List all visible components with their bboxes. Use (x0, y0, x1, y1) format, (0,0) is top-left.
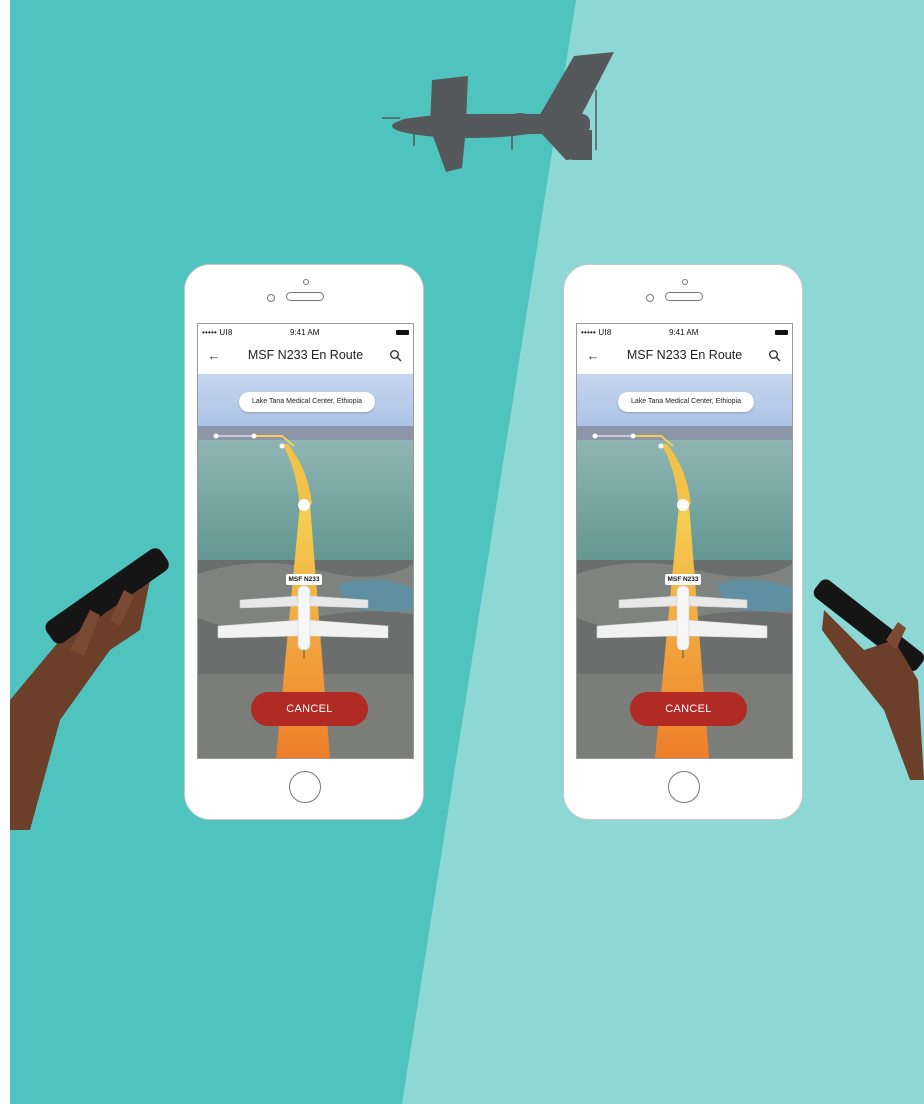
phone-right: ••••• UI8 9:41 AM ← MSF N233 En Route La… (563, 264, 803, 820)
cancel-button[interactable]: CANCEL (630, 692, 747, 726)
flight-map[interactable]: Lake Tana Medical Center, Ethiopia MSF N… (198, 374, 413, 758)
flight-tag: MSF N233 (286, 574, 322, 585)
status-time: 9:41 AM (669, 328, 699, 337)
back-arrow-icon[interactable]: ← (206, 346, 222, 366)
camera-dot (303, 279, 309, 285)
battery-icon (775, 330, 788, 335)
back-arrow-icon[interactable]: ← (585, 346, 601, 366)
nav-bar: ← MSF N233 En Route (577, 340, 792, 374)
flight-map[interactable]: Lake Tana Medical Center, Ethiopia MSF N… (577, 374, 792, 758)
destination-label: Lake Tana Medical Center, Ethiopia (618, 392, 754, 412)
home-button-icon[interactable] (289, 771, 321, 803)
left-edge (0, 0, 10, 1104)
search-icon[interactable] (389, 349, 403, 363)
phone-screen: ••••• UI8 9:41 AM ← MSF N233 En Route La… (197, 323, 414, 759)
page-title: MSF N233 En Route (247, 348, 364, 362)
hand-holding-phone-icon (813, 579, 924, 780)
cancel-button[interactable]: CANCEL (251, 692, 368, 726)
page-title: MSF N233 En Route (626, 348, 743, 362)
speaker-grille (286, 292, 324, 301)
camera-dot (682, 279, 688, 285)
carrier-label: ••••• UI8 (202, 328, 233, 337)
status-time: 9:41 AM (290, 328, 320, 337)
status-bar: ••••• UI8 9:41 AM (577, 324, 792, 340)
home-button-icon[interactable] (668, 771, 700, 803)
search-icon[interactable] (768, 349, 782, 363)
sensor-dot (646, 294, 654, 302)
status-bar: ••••• UI8 9:41 AM (198, 324, 413, 340)
nav-bar: ← MSF N233 En Route (198, 340, 413, 374)
phone-screen: ••••• UI8 9:41 AM ← MSF N233 En Route La… (576, 323, 793, 759)
flight-tag: MSF N233 (665, 574, 701, 585)
phone-left: ••••• UI8 9:41 AM ← MSF N233 En Route La… (184, 264, 424, 820)
battery-icon (396, 330, 409, 335)
speaker-grille (665, 292, 703, 301)
sensor-dot (267, 294, 275, 302)
destination-label: Lake Tana Medical Center, Ethiopia (239, 392, 375, 412)
carrier-label: ••••• UI8 (581, 328, 612, 337)
